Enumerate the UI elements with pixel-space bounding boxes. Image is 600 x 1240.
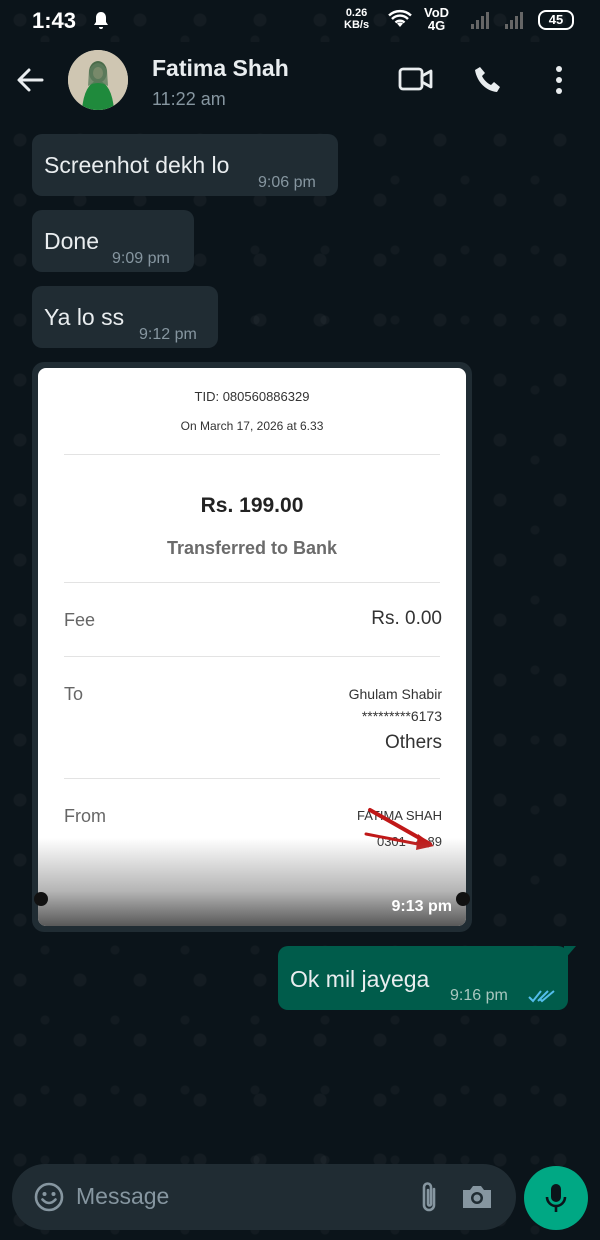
- read-receipt-icon: [528, 988, 556, 1009]
- fee-label: Fee: [64, 610, 96, 630]
- message-composer[interactable]: Message: [12, 1164, 516, 1230]
- divider: [64, 454, 440, 455]
- more-options-icon[interactable]: [552, 64, 566, 101]
- fee-value: Rs. 0.00: [371, 608, 442, 629]
- message-time: 9:12 pm: [139, 326, 197, 343]
- image-message[interactable]: TID: 080560886329 On March 17, 2026 at 6…: [32, 362, 472, 932]
- signal-strength-icon: [470, 10, 490, 35]
- wifi-icon: [388, 9, 412, 34]
- message-bubble[interactable]: Screenhot dekh lo 9:06 pm: [32, 134, 338, 196]
- to-label: To: [64, 684, 84, 704]
- carrier-label: VoD 4G: [424, 6, 449, 32]
- network-type: 4G: [427, 18, 446, 33]
- message-bubble[interactable]: Done 9:09 pm: [32, 210, 194, 272]
- divider: [64, 656, 440, 657]
- last-seen: 11:22 am: [152, 89, 226, 109]
- attach-icon[interactable]: [418, 1180, 440, 1219]
- battery-indicator: 45: [538, 10, 574, 30]
- receipt-notch: [456, 892, 470, 906]
- voice-call-icon[interactable]: [472, 64, 504, 101]
- network-speed: 0.26 KB/s: [344, 7, 369, 31]
- message-time: 9:16 pm: [450, 987, 508, 1004]
- video-call-icon[interactable]: [398, 64, 434, 99]
- message-time: 9:09 pm: [112, 250, 170, 267]
- message-time: 9:13 pm: [391, 898, 452, 915]
- network-speed-unit: KB/s: [344, 19, 370, 31]
- avatar[interactable]: [68, 50, 128, 110]
- to-account: *********6173: [361, 708, 442, 724]
- message-bubble[interactable]: Ya lo ss 9:12 pm: [32, 286, 218, 348]
- receipt-notch: [34, 892, 48, 906]
- contact-name[interactable]: Fatima Shah: [152, 55, 289, 82]
- to-name: Ghulam Shabir: [348, 686, 442, 702]
- notification-bell-icon: [92, 11, 110, 36]
- message-text: Ya lo ss: [44, 304, 125, 330]
- message-time: 9:06 pm: [258, 174, 316, 191]
- message-text: Ok mil jayega: [290, 966, 430, 992]
- network-speed-value: 0.26: [345, 7, 368, 19]
- receipt-image[interactable]: TID: 080560886329 On March 17, 2026 at 6…: [38, 368, 466, 926]
- receipt-tid: TID: 080560886329: [194, 389, 310, 404]
- to-bank: Others: [384, 732, 442, 753]
- signal-strength-icon-2: [504, 10, 524, 35]
- clock: 1:43: [32, 8, 77, 33]
- outgoing-message-bubble[interactable]: Ok mil jayega 9:16 pm: [278, 946, 576, 1010]
- voice-message-button[interactable]: [524, 1166, 588, 1230]
- message-text: Screenhot dekh lo: [44, 152, 230, 178]
- divider: [64, 778, 440, 779]
- message-input[interactable]: Message: [76, 1183, 169, 1210]
- divider: [64, 582, 440, 583]
- receipt-amount: Rs. 199.00: [200, 494, 304, 517]
- status-bar: 1:43 0.26 KB/s VoD 4G 45: [0, 0, 600, 42]
- from-label: From: [64, 806, 106, 826]
- receipt-status: Transferred to Bank: [166, 538, 338, 558]
- emoji-icon[interactable]: [34, 1182, 64, 1217]
- bubble-tail: [564, 946, 576, 960]
- message-text: Done: [44, 228, 99, 254]
- back-arrow-icon[interactable]: [16, 66, 44, 99]
- chat-header: Fatima Shah 11:22 am: [0, 42, 600, 120]
- microphone-icon: [544, 1182, 568, 1219]
- camera-icon[interactable]: [460, 1182, 494, 1217]
- receipt-date: On March 17, 2026 at 6.33: [180, 419, 324, 433]
